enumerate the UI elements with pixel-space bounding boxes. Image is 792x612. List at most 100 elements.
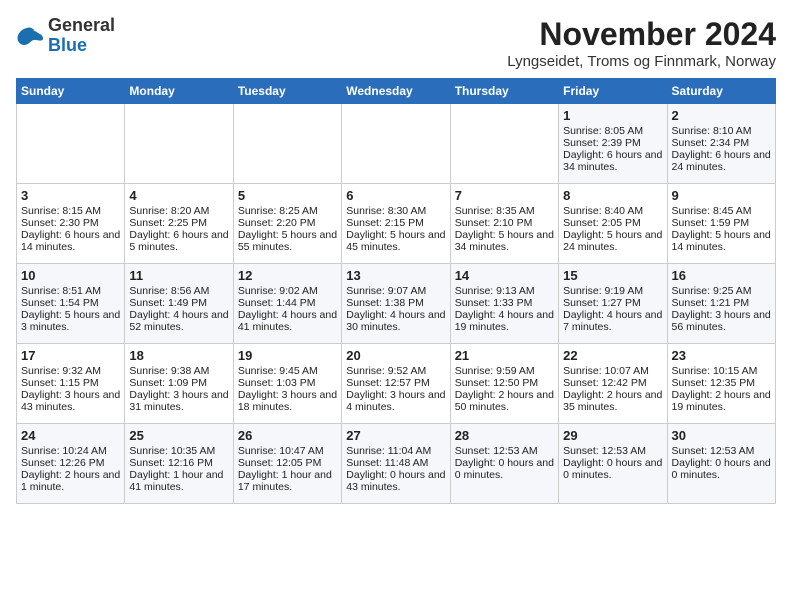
day-number: 10 [21,268,120,283]
month-title: November 2024 [507,16,776,53]
calendar-cell: 21Sunrise: 9:59 AMSunset: 12:50 PMDaylig… [450,344,558,424]
day-info-line: Daylight: 5 hours and 45 minutes. [346,229,445,253]
logo-bird-icon [16,24,44,48]
calendar-cell: 7 Sunrise: 8:35 AMSunset: 2:10 PMDaylight… [450,184,558,264]
day-number: 30 [672,428,771,443]
logo-general: General [48,15,115,35]
logo: General Blue [16,16,115,56]
calendar-cell: 13Sunrise: 9:07 AMSunset: 1:38 PMDayligh… [342,264,450,344]
calendar-cell: 28Sunset: 12:53 AMDaylight: 0 hours and … [450,424,558,504]
day-info-line: Sunset: 2:10 PM [455,217,554,229]
day-info-line: Sunset: 2:39 PM [563,137,662,149]
calendar-cell [450,104,558,184]
day-info-line: Sunrise: 9:32 AM [21,365,120,377]
day-number: 1 [563,108,662,123]
day-info-line: Daylight: 4 hours and 19 minutes. [455,309,554,333]
calendar-cell [233,104,341,184]
day-info-line: Sunset: 1:54 PM [21,297,120,309]
day-number: 6 [346,188,445,203]
header: General Blue November 2024 Lyngseidet, T… [16,16,776,70]
day-info-line: Sunset: 12:26 PM [21,457,120,469]
calendar-cell: 18Sunrise: 9:38 AMSunset: 1:09 PMDayligh… [125,344,233,424]
title-block: November 2024 Lyngseidet, Troms og Finnm… [507,16,776,70]
calendar-table: SundayMondayTuesdayWednesdayThursdayFrid… [16,78,776,504]
calendar-cell: 12Sunrise: 9:02 AMSunset: 1:44 PMDayligh… [233,264,341,344]
day-info-line: Sunset: 1:21 PM [672,297,771,309]
day-info-line: Sunset: 11:48 AM [346,457,445,469]
calendar-cell: 19Sunrise: 9:45 AMSunset: 1:03 PMDayligh… [233,344,341,424]
day-number: 12 [238,268,337,283]
calendar-cell: 3Sunrise: 8:15 AMSunset: 2:30 PMDaylight… [17,184,125,264]
weekday-header-thursday: Thursday [450,79,558,104]
calendar-cell: 6Sunrise: 8:30 AMSunset: 2:15 PMDaylight… [342,184,450,264]
day-info-line: Sunset: 2:30 PM [21,217,120,229]
day-info-line: Daylight: 5 hours and 34 minutes. [455,229,554,253]
day-info-line: Daylight: 2 hours and 50 minutes. [455,389,554,413]
day-number: 20 [346,348,445,363]
day-info-line: Daylight: 3 hours and 43 minutes. [21,389,120,413]
day-number: 23 [672,348,771,363]
day-number: 3 [21,188,120,203]
day-info-line: Sunset: 12:50 PM [455,377,554,389]
day-number: 16 [672,268,771,283]
calendar-cell [342,104,450,184]
day-number: 15 [563,268,662,283]
day-info-line: Daylight: 3 hours and 4 minutes. [346,389,445,413]
day-info-line: Daylight: 4 hours and 30 minutes. [346,309,445,333]
calendar-cell: 25Sunrise: 10:35 AMSunset: 12:16 PMDayli… [125,424,233,504]
day-number: 13 [346,268,445,283]
day-info-line: Sunrise: 8:45 AM [672,205,771,217]
calendar-cell: 2Sunrise: 8:10 AMSunset: 2:34 PMDaylight… [667,104,775,184]
day-info-line: Sunset: 1:03 PM [238,377,337,389]
day-number: 7 [455,188,554,203]
day-info-line: Sunrise: 8:35 AM [455,205,554,217]
calendar-cell: 17Sunrise: 9:32 AMSunset: 1:15 PMDayligh… [17,344,125,424]
weekday-header-saturday: Saturday [667,79,775,104]
day-info-line: Sunset: 1:33 PM [455,297,554,309]
weekday-header-friday: Friday [559,79,667,104]
day-number: 21 [455,348,554,363]
day-number: 27 [346,428,445,443]
calendar-cell: 24Sunrise: 10:24 AMSunset: 12:26 PMDayli… [17,424,125,504]
day-info-line: Sunset: 2:20 PM [238,217,337,229]
day-info-line: Daylight: 4 hours and 52 minutes. [129,309,228,333]
calendar-cell: 11Sunrise: 8:56 AMSunset: 1:49 PMDayligh… [125,264,233,344]
day-info-line: Daylight: 1 hour and 17 minutes. [238,469,337,493]
day-info-line: Sunrise: 8:25 AM [238,205,337,217]
day-info-line: Sunrise: 8:20 AM [129,205,228,217]
weekday-header-tuesday: Tuesday [233,79,341,104]
day-info-line: Daylight: 6 hours and 5 minutes. [129,229,228,253]
week-row-2: 10Sunrise: 8:51 AMSunset: 1:54 PMDayligh… [17,264,776,344]
day-info-line: Daylight: 5 hours and 3 minutes. [21,309,120,333]
day-info-line: Sunrise: 8:30 AM [346,205,445,217]
day-info-line: Sunset: 12:42 PM [563,377,662,389]
day-info-line: Sunset: 1:38 PM [346,297,445,309]
day-info-line: Sunset: 1:15 PM [21,377,120,389]
day-number: 28 [455,428,554,443]
day-info-line: Sunrise: 9:25 AM [672,285,771,297]
day-info-line: Sunrise: 8:56 AM [129,285,228,297]
week-row-0: 1Sunrise: 8:05 AMSunset: 2:39 PMDaylight… [17,104,776,184]
day-info-line: Daylight: 5 hours and 14 minutes. [672,229,771,253]
day-info-line: Sunset: 12:05 PM [238,457,337,469]
day-info-line: Sunrise: 10:07 AM [563,365,662,377]
day-number: 18 [129,348,228,363]
day-info-line: Daylight: 5 hours and 24 minutes. [563,229,662,253]
day-info-line: Sunrise: 9:02 AM [238,285,337,297]
day-info-line: Sunset: 12:53 AM [563,445,662,457]
day-info-line: Daylight: 6 hours and 34 minutes. [563,149,662,173]
day-info-line: Daylight: 0 hours and 0 minutes. [563,457,662,481]
day-info-line: Daylight: 3 hours and 18 minutes. [238,389,337,413]
day-number: 9 [672,188,771,203]
day-info-line: Daylight: 0 hours and 0 minutes. [672,457,771,481]
calendar-cell: 23Sunrise: 10:15 AMSunset: 12:35 PMDayli… [667,344,775,424]
calendar-cell: 27Sunrise: 11:04 AMSunset: 11:48 AMDayli… [342,424,450,504]
day-info-line: Sunset: 1:44 PM [238,297,337,309]
weekday-header-sunday: Sunday [17,79,125,104]
weekday-header-monday: Monday [125,79,233,104]
day-info-line: Sunset: 2:34 PM [672,137,771,149]
day-info-line: Daylight: 5 hours and 55 minutes. [238,229,337,253]
calendar-cell [125,104,233,184]
day-info-line: Sunrise: 9:13 AM [455,285,554,297]
logo-blue-text: Blue [48,35,87,55]
